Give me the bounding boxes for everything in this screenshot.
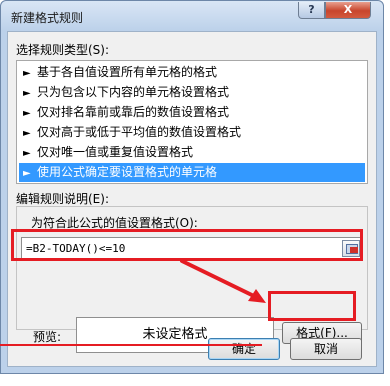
annotation-arrow (180, 259, 266, 303)
